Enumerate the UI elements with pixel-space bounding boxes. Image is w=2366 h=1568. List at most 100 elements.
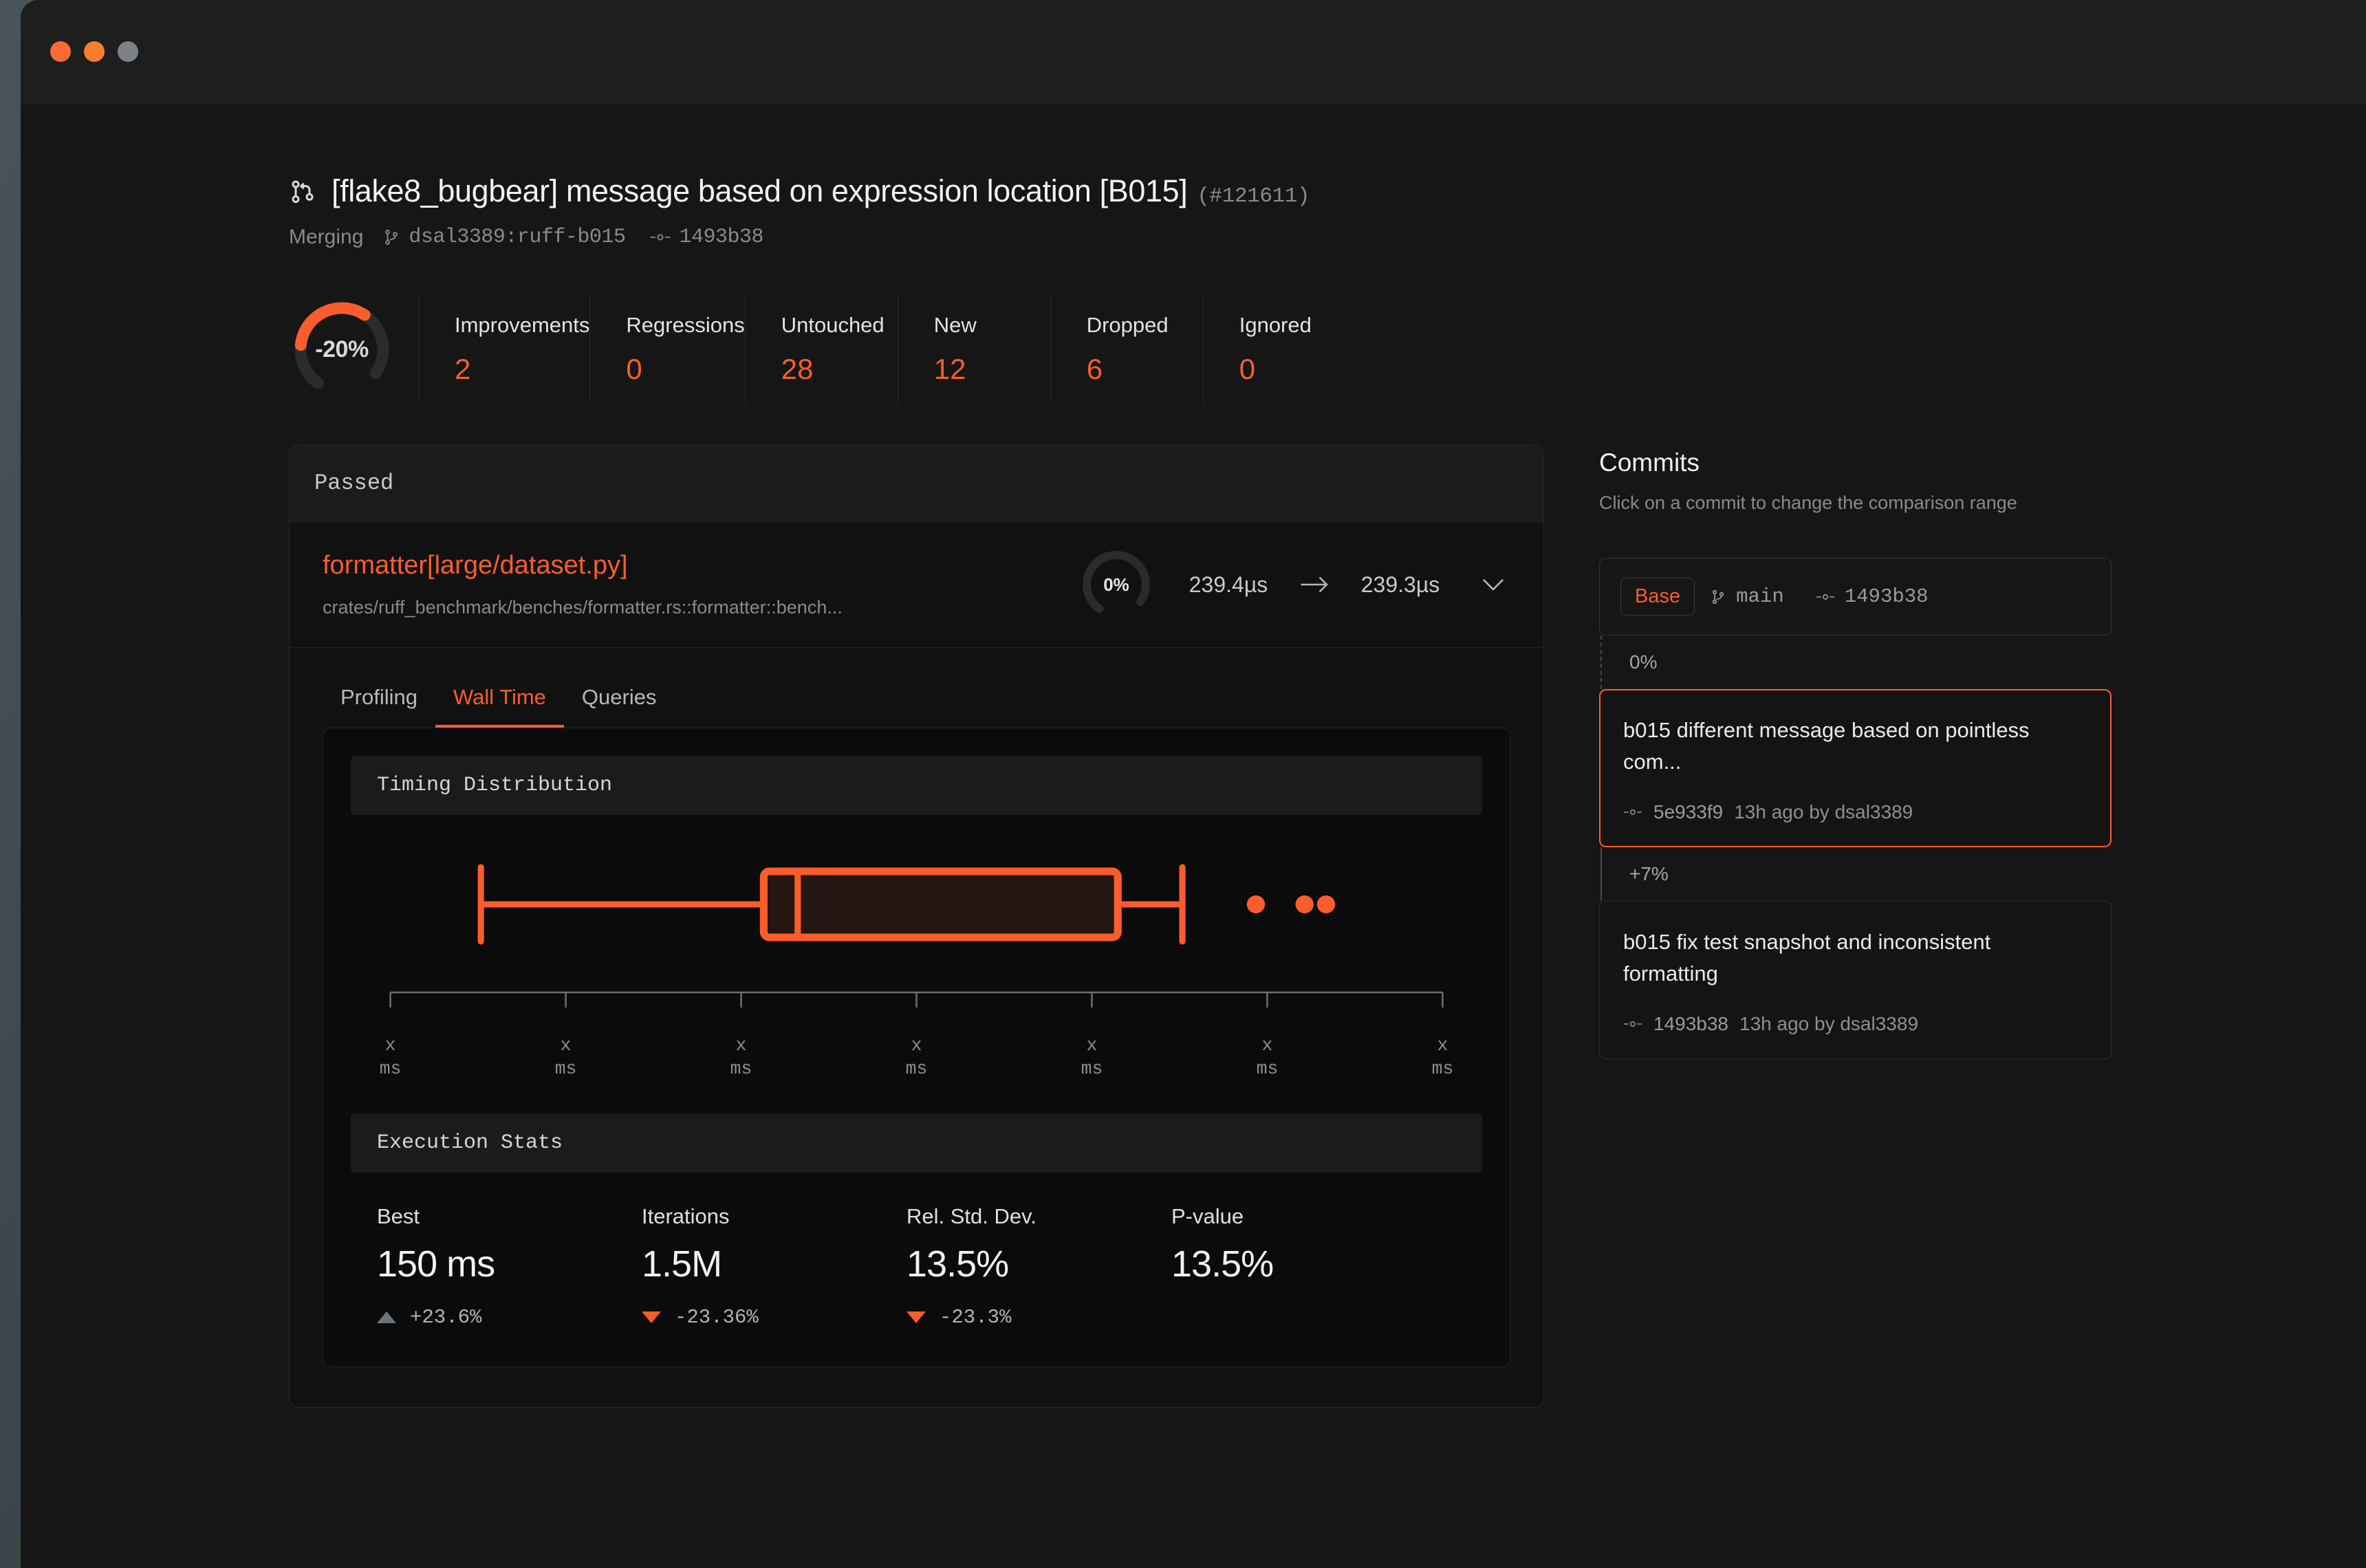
commit-hash: 1493b38 [679,226,763,249]
commit-meta: 5e933f9 13h ago by dsal3389 [1623,801,2087,823]
branch-icon [382,227,400,248]
stat-dropped[interactable]: Dropped 6 [1050,294,1203,404]
svg-text:ms: ms [555,1058,577,1079]
minimize-button[interactable] [84,41,105,62]
execution-stats: Best 150 ms +23.6% Iterations 1.5 [323,1173,1510,1366]
stat-new[interactable]: New 12 [898,294,1050,404]
section-title: Execution Stats [377,1131,563,1155]
tab-profiling[interactable]: Profiling [323,675,435,728]
base-branch: main 1493b38 [1710,585,1928,608]
tab-wall-time[interactable]: Wall Time [435,675,564,728]
connector-delta-2: +7% [1599,847,2112,901]
svg-text:x: x [1087,1035,1098,1056]
svg-text:x: x [911,1035,922,1056]
branch-ref[interactable]: dsal3389:ruff-b015 [382,226,625,249]
summary-bar: -20% Improvements 2 Regressions 0 Untouc… [289,294,2125,404]
main-content: Passed formatter[large/dataset.py] crate… [289,444,2125,1408]
overall-gauge: -20% [289,294,418,404]
stat-label: P-value [1171,1204,1410,1229]
stat-label: New [934,313,1050,338]
stat-ignored[interactable]: Ignored 0 [1203,294,1356,404]
stat-label: Rel. Std. Dev. [907,1204,1145,1229]
stat-label: Untouched [781,313,898,338]
stat-label: Iterations [642,1204,880,1229]
pr-subheader: Merging dsal3389:ruff-b015 [289,226,2125,249]
delta-text: -23.3% [940,1306,1011,1329]
timing-boxplot [351,815,1482,1035]
commit-card[interactable]: b015 fix test snapshot and inconsistent … [1599,901,2112,1059]
stat-improvements[interactable]: Improvements 2 [418,294,589,404]
stat-value: 2 [455,353,589,386]
svg-text:ms: ms [1257,1058,1279,1079]
benchmark-row[interactable]: formatter[large/dataset.py] crates/ruff_… [290,522,1543,648]
svg-text:x: x [1437,1035,1448,1056]
commit-icon [1816,591,1835,602]
benchmark-name[interactable]: formatter[large/dataset.py] [323,551,1078,580]
maximize-button[interactable] [118,41,138,62]
benchmark-path: crates/ruff_benchmark/benches/formatter.… [323,597,1078,618]
tab-queries[interactable]: Queries [564,675,675,728]
commit-card-selected[interactable]: b015 different message based on pointles… [1599,689,2112,847]
stat-label: Regressions [626,313,744,338]
page-body: [flake8_bugbear] message based on expres… [21,105,2366,1568]
app-window: [flake8_bugbear] message based on expres… [21,0,2366,1568]
base-commit-card[interactable]: Base main 1 [1599,558,2112,635]
svg-text:x: x [561,1035,572,1056]
stat-untouched[interactable]: Untouched 28 [745,294,898,404]
commit-icon [650,231,671,243]
benchmark-panel: Passed formatter[large/dataset.py] crate… [289,444,1544,1408]
commit-meta: 1493b38 13h ago by dsal3389 [1623,1013,2087,1035]
detail-tabs[interactable]: Profiling Wall Time Queries [290,675,1543,728]
pr-title-row: [flake8_bugbear] message based on expres… [289,173,2125,209]
stat-value: 150 ms [377,1243,616,1285]
stat-value: 12 [934,353,1050,386]
stat-iterations: Iterations 1.5M -23.36% [616,1204,880,1331]
commit-message: b015 different message based on pointles… [1623,715,2087,778]
stat-value: 13.5% [907,1243,1145,1285]
commits-sidebar: Commits Click on a commit to change the … [1599,444,2112,1408]
boxplot-axis [391,992,1443,1008]
stat-value: 13.5% [1171,1243,1410,1285]
svg-text:x: x [736,1035,747,1056]
connector-label: +7% [1629,863,1669,885]
stat-rel-std-dev: Rel. Std. Dev. 13.5% -23.3% [880,1204,1145,1331]
commit-ref[interactable]: 1493b38 [650,226,763,249]
base-hash: 1493b38 [1845,585,1929,608]
time-after: 239.3µs [1352,572,1448,598]
commit-time: 13h ago by dsal3389 [1739,1013,1918,1035]
benchmark-gauge: 0% [1078,547,1154,622]
stat-delta: -23.3% [907,1303,1145,1331]
delta-text: +23.6% [410,1306,481,1329]
pr-status: Merging [289,226,363,249]
gauge-value: -20% [289,294,395,404]
connector-delta-1: 0% [1599,635,2112,689]
delta-text: -23.36% [675,1306,759,1329]
svg-text:x: x [385,1035,396,1056]
stat-value: 1.5M [642,1243,880,1285]
time-before: 239.4µs [1180,572,1277,598]
base-branch-name: main [1736,585,1784,608]
stat-value: 0 [626,353,744,386]
svg-text:x: x [1262,1035,1273,1056]
pr-number: (#121611) [1197,184,1310,208]
window-controls[interactable] [50,41,138,62]
pull-request-icon [289,175,316,207]
boxplot-container: xmsxmsxmsxmsxmsxmsxms [323,815,1510,1086]
stat-regressions[interactable]: Regressions 0 [589,294,744,404]
page-title: [flake8_bugbear] message based on expres… [332,173,1310,209]
chevron-down-icon[interactable] [1482,578,1505,591]
svg-text:ms: ms [1081,1058,1103,1079]
stat-value: 0 [1239,353,1356,386]
commits-subtitle: Click on a commit to change the comparis… [1599,492,2112,514]
window-titlebar [21,0,2366,105]
pr-header: [flake8_bugbear] message based on expres… [289,173,2125,249]
triangle-up-icon [377,1311,396,1323]
commit-icon [1623,807,1642,818]
status-badge: Passed [314,470,393,496]
base-badge: Base [1620,578,1695,616]
detail-card: Timing Distribution xmsxmsxmsxmsxmsxmsxm… [323,728,1510,1367]
stat-p-value: P-value 13.5% [1145,1204,1410,1331]
pr-title-text: [flake8_bugbear] message based on expres… [332,173,1187,208]
stat-value: 6 [1087,353,1203,386]
close-button[interactable] [50,41,71,62]
